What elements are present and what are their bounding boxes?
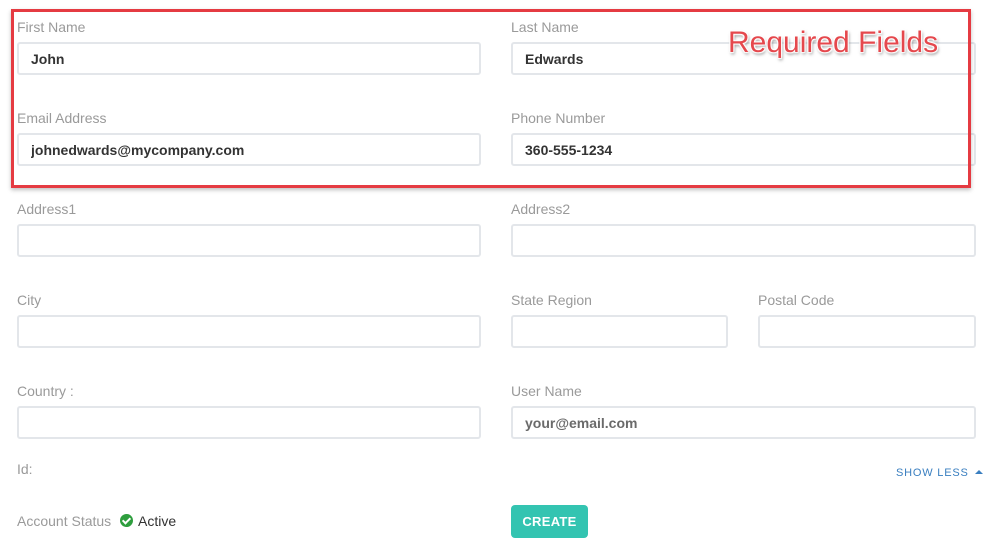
first-name-label: First Name: [17, 19, 86, 35]
user-form-page: First Name Last Name Email Address Phone…: [0, 0, 985, 546]
postal-code-input[interactable]: [758, 315, 976, 348]
email-address-label: Email Address: [17, 110, 107, 126]
phone-number-label: Phone Number: [511, 110, 606, 126]
city-input[interactable]: [17, 315, 481, 348]
check-circle-icon: [120, 514, 133, 527]
postal-code-label: Postal Code: [758, 292, 835, 308]
create-button[interactable]: CREATE: [511, 505, 588, 538]
user-name-input[interactable]: [511, 406, 976, 439]
show-less-link[interactable]: SHOW LESS: [896, 467, 983, 479]
id-label: Id:: [17, 461, 33, 477]
last-name-input[interactable]: [511, 42, 976, 75]
account-status-value: Active: [138, 513, 177, 529]
country-label: Country :: [17, 383, 74, 399]
show-less-label: SHOW LESS: [896, 467, 969, 479]
account-status-label: Account Status: [17, 513, 112, 529]
address1-input[interactable]: [17, 224, 481, 257]
address2-input[interactable]: [511, 224, 976, 257]
caret-up-icon: [974, 470, 983, 474]
state-region-label: State Region: [511, 292, 592, 308]
email-address-input[interactable]: [17, 133, 481, 166]
user-name-label: User Name: [511, 383, 582, 399]
first-name-input[interactable]: [17, 42, 481, 75]
phone-number-input[interactable]: [511, 133, 976, 166]
last-name-label: Last Name: [511, 19, 579, 35]
address2-label: Address2: [511, 201, 571, 217]
state-region-input[interactable]: [511, 315, 728, 348]
country-input[interactable]: [17, 406, 481, 439]
address1-label: Address1: [17, 201, 77, 217]
city-label: City: [17, 292, 42, 308]
